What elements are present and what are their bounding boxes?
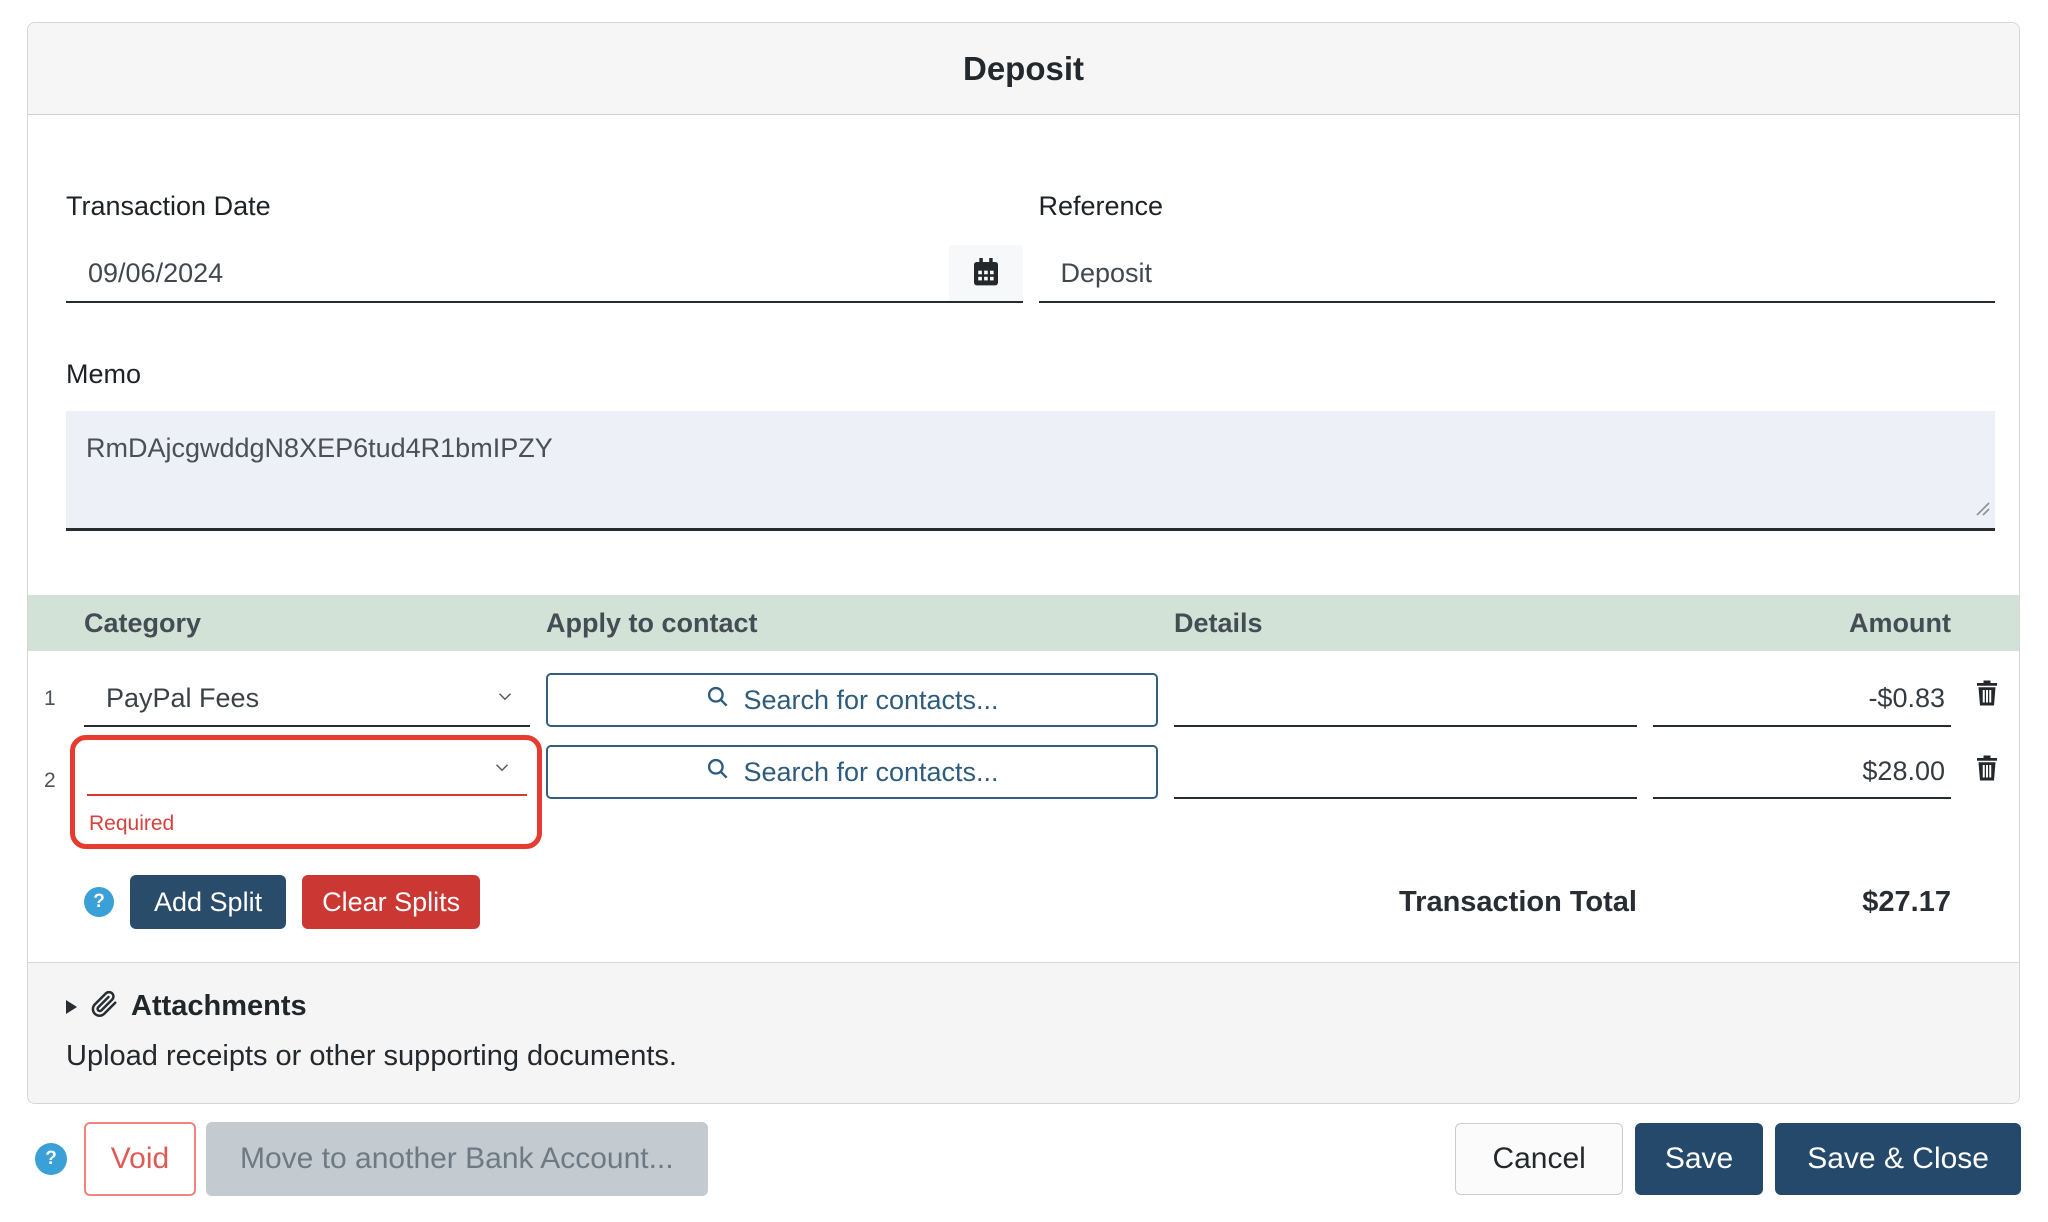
attachments-description: Upload receipts or other supporting docu… [66, 1040, 1981, 1073]
calendar-button[interactable] [949, 245, 1023, 301]
trash-icon [1972, 771, 2002, 786]
reference-label: Reference [1039, 189, 1996, 223]
transaction-date-group: Transaction Date 09/06/2024 [66, 189, 1023, 303]
category-value: PayPal Fees [106, 683, 259, 714]
transaction-total-value: $27.17 [1862, 886, 1951, 919]
cancel-button[interactable]: Cancel [1455, 1123, 1622, 1195]
amount-value: $28.00 [1862, 756, 1945, 787]
splits-table-header: Category Apply to contact Details Amount [28, 595, 2019, 651]
column-header-details: Details [1174, 608, 1637, 639]
save-and-close-button[interactable]: Save & Close [1775, 1123, 2021, 1195]
category-select-row1[interactable]: PayPal Fees [84, 671, 530, 727]
split-row-2: 2 Required Search for contacts... [28, 741, 2019, 849]
attachments-title: Attachments [131, 990, 307, 1023]
amount-input-row1[interactable]: -$0.83 [1653, 671, 1951, 727]
delete-row-button-row1[interactable] [1972, 678, 2002, 711]
reference-value: Deposit [1039, 258, 1153, 289]
save-button[interactable]: Save [1635, 1123, 1763, 1195]
help-icon[interactable]: ? [84, 887, 114, 917]
form-section: Transaction Date 09/06/2024 Reference De… [28, 115, 2019, 531]
required-error-text: Required [87, 812, 527, 836]
reference-group: Reference Deposit [1039, 189, 1996, 303]
contact-search-button-row1[interactable]: Search for contacts... [546, 673, 1158, 727]
modal-header: Deposit [28, 23, 2019, 115]
splits-section: Category Apply to contact Details Amount… [28, 531, 2019, 929]
attachments-section: Attachments Upload receipts or other sup… [28, 962, 2019, 1103]
delete-row-button-row2[interactable] [1972, 753, 2002, 786]
calendar-icon [970, 256, 1002, 291]
add-split-button[interactable]: Add Split [130, 875, 286, 929]
column-header-contact: Apply to contact [546, 608, 1158, 639]
contact-search-placeholder: Search for contacts... [743, 757, 998, 788]
paperclip-icon [89, 989, 119, 1024]
splits-actions-row: ? Add Split Clear Splits Transaction Tot… [28, 875, 2019, 929]
void-button[interactable]: Void [84, 1122, 196, 1196]
row-number: 1 [42, 687, 68, 711]
page-title: Deposit [963, 50, 1084, 88]
split-row-1: 1 PayPal Fees Search for contacts... -$0… [28, 671, 2019, 727]
transaction-date-input[interactable]: 09/06/2024 [66, 245, 1023, 303]
resize-handle-icon[interactable] [1971, 493, 1991, 524]
chevron-down-icon [491, 754, 513, 785]
search-icon [705, 684, 731, 717]
memo-textarea[interactable]: RmDAjcgwddgN8XEP6tud4R1bmIPZY [66, 411, 1995, 531]
category-select-row2[interactable] [87, 744, 527, 796]
memo-group: Memo RmDAjcgwddgN8XEP6tud4R1bmIPZY [66, 357, 1995, 531]
details-input-row2[interactable] [1174, 745, 1637, 799]
chevron-down-icon [494, 683, 516, 714]
category-error-outline: Required [70, 735, 542, 849]
transaction-date-value: 09/06/2024 [66, 258, 223, 289]
help-icon[interactable]: ? [35, 1143, 67, 1175]
footer-bar: ? Void Move to another Bank Account... C… [27, 1122, 2021, 1196]
attachments-toggle[interactable]: Attachments [66, 989, 1981, 1024]
memo-value: RmDAjcgwddgN8XEP6tud4R1bmIPZY [86, 433, 553, 463]
reference-input[interactable]: Deposit [1039, 245, 1996, 303]
amount-value: -$0.83 [1868, 683, 1945, 714]
clear-splits-button[interactable]: Clear Splits [302, 875, 480, 929]
contact-search-button-row2[interactable]: Search for contacts... [546, 745, 1158, 799]
transaction-date-label: Transaction Date [66, 189, 1023, 223]
move-to-bank-account-button[interactable]: Move to another Bank Account... [206, 1122, 708, 1196]
search-icon [705, 756, 731, 789]
details-input-row1[interactable] [1174, 671, 1637, 727]
row-number: 2 [42, 769, 68, 793]
column-header-amount: Amount [1849, 608, 1951, 639]
column-header-category: Category [84, 608, 530, 639]
memo-label: Memo [66, 357, 1995, 391]
trash-icon [1972, 696, 2002, 711]
amount-input-row2[interactable]: $28.00 [1653, 745, 1951, 799]
contact-search-placeholder: Search for contacts... [743, 685, 998, 716]
disclosure-triangle-icon [66, 1000, 77, 1014]
deposit-modal: Deposit Transaction Date 09/06/2024 Refe… [27, 22, 2020, 1104]
transaction-total-label: Transaction Total [1399, 886, 1637, 919]
